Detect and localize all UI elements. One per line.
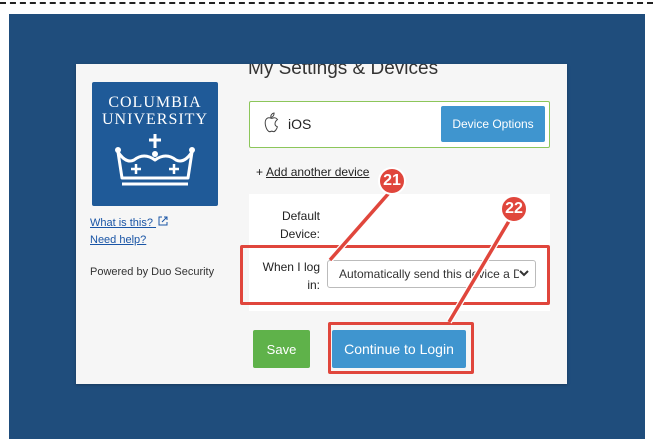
annotation-arrows <box>327 191 512 324</box>
annotation-badge-22: 22 <box>500 195 528 223</box>
annotation-badge-21: 21 <box>378 167 406 195</box>
